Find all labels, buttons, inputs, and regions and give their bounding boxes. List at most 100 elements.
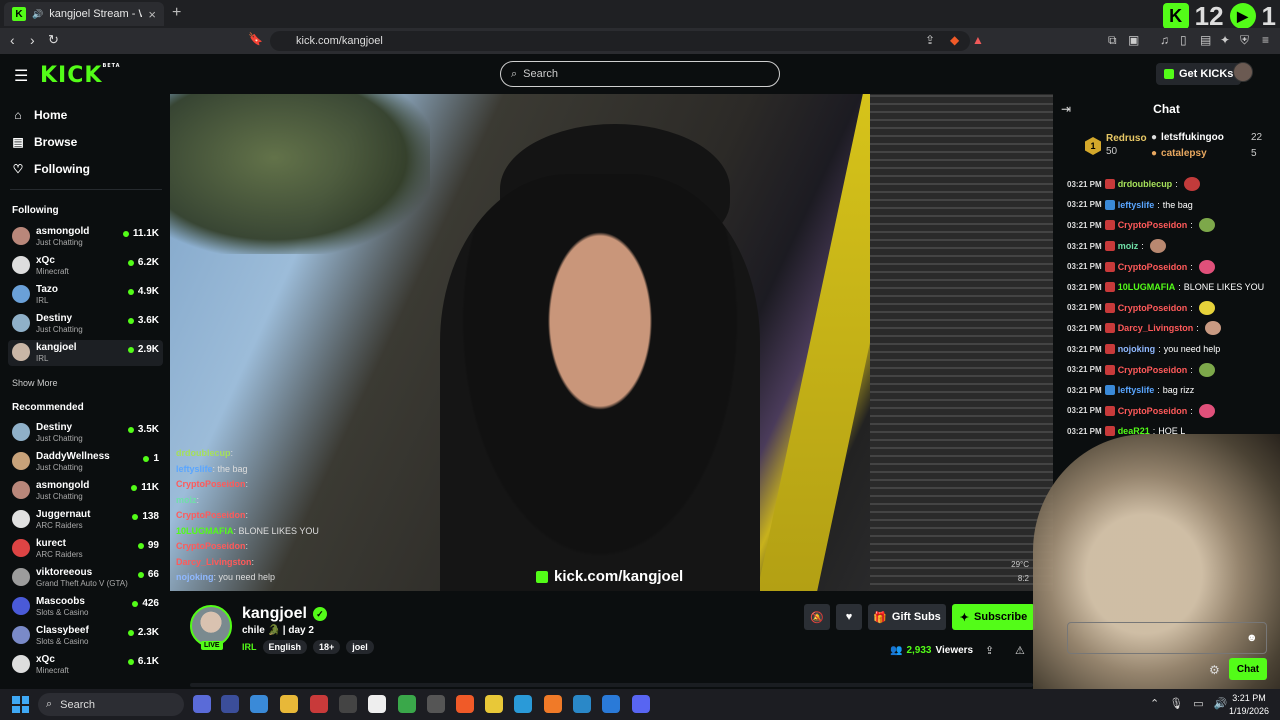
channel-item[interactable]: viktoreeous Grand Theft Auto V (GTA) 66 (8, 565, 163, 591)
chat-username[interactable]: CryptoPoseidon (1118, 220, 1188, 230)
channel-item[interactable]: Tazo IRL 4.9K (8, 282, 163, 308)
chrome-icon[interactable] (485, 695, 503, 713)
chat-send-button[interactable]: Chat (1229, 658, 1267, 680)
chevron-up-icon[interactable]: ⌃ (1150, 697, 1159, 710)
chat-username[interactable]: CryptoPoseidon (1118, 262, 1188, 272)
tag-custom[interactable]: joel (346, 640, 374, 654)
chat-input[interactable] (1067, 622, 1267, 654)
app-icon[interactable] (368, 695, 386, 713)
menu-icon[interactable]: ≡ (1262, 33, 1269, 47)
channel-item[interactable]: kangjoel IRL 2.9K (8, 340, 163, 366)
emoji-icon[interactable]: ☻ (1246, 632, 1258, 644)
nav-following[interactable]: ♡ Following (12, 162, 90, 176)
nav-home[interactable]: ⌂ Home (12, 108, 67, 122)
chat-username[interactable]: 10LUGMAFIA (1118, 282, 1176, 292)
firefox-icon[interactable] (544, 695, 562, 713)
nav-browse[interactable]: ▤ Browse (12, 135, 77, 149)
forward-icon[interactable]: › (30, 32, 35, 48)
live-dot-icon (143, 455, 150, 462)
app-icon[interactable] (573, 695, 591, 713)
follow-button[interactable]: ♥ (836, 604, 862, 630)
chat-username[interactable]: leftyslife (1118, 200, 1155, 210)
vscode-icon[interactable] (602, 695, 620, 713)
mute-notifications-button[interactable]: 🔕 (804, 604, 830, 630)
chat-username[interactable]: CryptoPoseidon (1118, 365, 1188, 375)
get-kicks-button[interactable]: Get KICKs (1156, 63, 1242, 85)
taskbar-search[interactable]: ⌕ Search (38, 693, 184, 716)
widgets-icon[interactable] (193, 695, 211, 713)
extensions-icon[interactable]: ⧉ (1108, 33, 1117, 48)
network-icon[interactable]: ▭ (1193, 697, 1203, 710)
app-icon[interactable] (427, 695, 445, 713)
leader-1-name[interactable]: Redruso (1106, 133, 1147, 144)
close-tab-icon[interactable]: × (148, 7, 156, 22)
brave-browser-icon[interactable] (456, 695, 474, 713)
channel-item[interactable]: asmongold Just Chatting 11.1K (8, 224, 163, 250)
taskbar-clock[interactable]: 3:21 PM 1/19/2026 (1228, 692, 1270, 718)
app-icon[interactable] (398, 695, 416, 713)
channel-item[interactable]: kurect ARC Raiders 99 (8, 536, 163, 562)
stream-category[interactable]: IRL (242, 642, 257, 652)
streamer-name[interactable]: kangjoel (242, 605, 307, 623)
browser-tab[interactable]: K 🔊 kangjoel Stream - Watch Live × (4, 2, 164, 26)
speaker-icon[interactable]: 🔊 (32, 9, 43, 20)
subscribe-button[interactable]: ✦ Subscribe (952, 604, 1035, 630)
channel-item[interactable]: Mascoobs Slots & Casino 426 (8, 594, 163, 620)
channel-item[interactable]: xQc Minecraft 6.2K (8, 253, 163, 279)
channel-item[interactable]: Destiny Just Chatting 3.6K (8, 311, 163, 337)
reload-icon[interactable]: ↻ (48, 32, 59, 48)
back-icon[interactable]: ‹ (10, 32, 15, 48)
hamburger-menu-icon[interactable]: ☰ (14, 66, 28, 86)
viewer-count: 👥 2,933 Viewers (890, 645, 973, 656)
search-input[interactable]: ⌕ Search (500, 61, 780, 87)
show-more-link[interactable]: Show More (12, 378, 58, 388)
tag-mature[interactable]: 18+ (313, 640, 341, 654)
settings-gear-icon[interactable]: ⚙ (1209, 663, 1220, 677)
chat-username[interactable]: moiz (1118, 241, 1139, 251)
report-icon[interactable]: ⚠ (1015, 644, 1025, 657)
channel-viewers: 426 (132, 598, 159, 609)
brave-shields-icon[interactable]: ◆ (950, 33, 959, 47)
chat-username[interactable]: Darcy_Livingston (1118, 323, 1194, 333)
screenshot-icon[interactable]: ▣ (1128, 33, 1139, 47)
chat-username[interactable]: nojoking (1118, 344, 1156, 354)
volume-icon[interactable]: 🔊 (1214, 697, 1228, 710)
video-player[interactable]: drdoublecup: leftyslife: the bag CryptoPo… (170, 94, 1053, 591)
leo-icon[interactable]: ✦ (1220, 33, 1230, 47)
chat-username[interactable]: CryptoPoseidon (1118, 406, 1188, 416)
new-tab-button[interactable]: + (172, 4, 181, 22)
tag-language[interactable]: English (262, 640, 308, 654)
kick-logo[interactable]: KICKBETA (40, 63, 121, 88)
vpn-icon[interactable]: ⛨ (1240, 33, 1249, 48)
share-icon[interactable]: ⇪ (985, 644, 994, 657)
discord-icon[interactable] (632, 695, 650, 713)
sidebar-toggle-icon[interactable]: ▯ (1180, 33, 1187, 47)
share-page-icon[interactable]: ⇪ (925, 33, 935, 47)
gift-subs-button[interactable]: 🎁 Gift Subs (868, 604, 946, 630)
app-icon[interactable] (339, 695, 357, 713)
task-view-icon[interactable] (221, 695, 239, 713)
channel-item[interactable]: DaddyWellness Just Chatting 1 (8, 449, 163, 475)
channel-item[interactable]: xQc Minecraft 6.1K (8, 652, 163, 678)
channel-item[interactable]: asmongold Just Chatting 11K (8, 478, 163, 504)
file-explorer-icon[interactable] (280, 695, 298, 713)
microphone-icon[interactable]: 🎙 (1169, 697, 1183, 710)
wallet-icon[interactable]: ▤ (1200, 33, 1211, 47)
brave-rewards-icon[interactable]: ▲ (972, 33, 984, 47)
media-icon[interactable]: ♫ (1160, 33, 1169, 47)
leader-2[interactable]: ● letsffukingoo 22 (1151, 132, 1262, 143)
chat-username[interactable]: CryptoPoseidon (1118, 303, 1188, 313)
address-bar[interactable]: kick.com/kangjoel (270, 31, 970, 51)
chat-username[interactable]: drdoublecup (1118, 179, 1173, 189)
windows-start-icon[interactable] (12, 696, 29, 713)
chat-username[interactable]: leftyslife (1118, 385, 1155, 395)
bookmark-icon[interactable]: 🔖 (248, 32, 263, 46)
channel-item[interactable]: Classybeef Slots & Casino 2.3K (8, 623, 163, 649)
leader-3[interactable]: ● catalepsy 5 (1151, 148, 1257, 159)
user-avatar[interactable] (1233, 62, 1253, 82)
edge-icon[interactable] (514, 695, 532, 713)
channel-item[interactable]: Juggernaut ARC Raiders 138 (8, 507, 163, 533)
channel-item[interactable]: Destiny Just Chatting 3.5K (8, 420, 163, 446)
app-icon[interactable] (250, 695, 268, 713)
app-icon[interactable] (310, 695, 328, 713)
